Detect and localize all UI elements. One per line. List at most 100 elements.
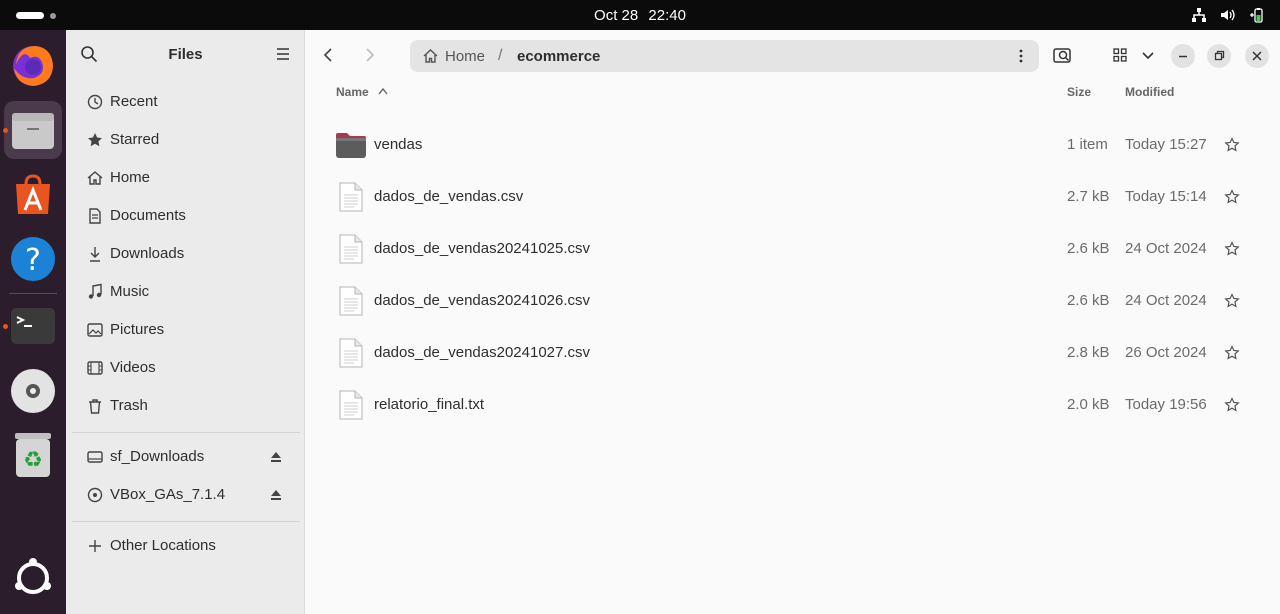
star-outline-icon[interactable] (1224, 345, 1240, 361)
network-icon[interactable] (1191, 7, 1207, 23)
help-icon: ? (11, 237, 55, 281)
star-icon (88, 133, 102, 147)
trash-icon: ♻ (15, 433, 51, 477)
sidebar-item-label: Starred (110, 131, 160, 148)
file-name: dados_de_vendas20241025.csv (374, 240, 591, 257)
sidebar-item-documents[interactable]: Documents (74, 199, 297, 233)
sidebar-item-recent[interactable]: Recent (74, 85, 297, 119)
clock-date: Oct 28 (594, 7, 639, 24)
sort-ascending-icon[interactable] (377, 86, 389, 96)
dock-help[interactable]: ? (4, 230, 62, 288)
file-modified: 24 Oct 2024 (1125, 240, 1207, 257)
dock-files[interactable] (4, 101, 62, 159)
volume-icon[interactable] (1219, 7, 1235, 23)
dock-app-center[interactable] (4, 166, 62, 224)
top-bar: Oct 28 22:40 (0, 0, 1280, 30)
sidebar-separator (72, 432, 300, 433)
file-name: relatorio_final.txt (374, 396, 485, 413)
breadcrumb-home[interactable]: Home (445, 48, 485, 65)
file-modified: 26 Oct 2024 (1125, 344, 1207, 361)
file-name: dados_de_vendas.csv (374, 188, 524, 205)
sidebar-item-videos[interactable]: Videos (74, 351, 297, 385)
sidebar-item-other-locations[interactable]: Other Locations (74, 529, 297, 563)
forward-button[interactable] (353, 39, 385, 71)
file-size: 2.6 kB (1067, 292, 1110, 309)
clock-time: 22:40 (648, 7, 686, 24)
file-row-dados-de-vendas-20241026[interactable]: dados_de_vendas20241026.csv 2.6 kB 24 Oc… (305, 275, 1280, 327)
sidebar-item-starred[interactable]: Starred (74, 123, 297, 157)
file-row-dados-de-vendas-20241027[interactable]: dados_de_vendas20241027.csv 2.8 kB 26 Oc… (305, 327, 1280, 379)
menu-icon[interactable] (274, 45, 292, 63)
dock-disc[interactable] (4, 361, 62, 419)
sidebar-item-label: Pictures (110, 321, 165, 338)
sidebar-item-label: Videos (110, 359, 156, 376)
file-row-dados-de-vendas-20241025[interactable]: dados_de_vendas20241025.csv 2.6 kB 24 Oc… (305, 223, 1280, 275)
minimize-icon (1179, 55, 1187, 58)
sidebar-item-label: Music (110, 283, 150, 300)
close-icon (1252, 51, 1262, 61)
file-size: 2.7 kB (1067, 188, 1110, 205)
star-outline-icon[interactable] (1224, 137, 1240, 153)
maximize-button[interactable] (1207, 44, 1231, 68)
eject-icon[interactable] (269, 450, 283, 464)
music-icon (88, 283, 102, 299)
column-header-modified[interactable]: Modified (1125, 85, 1174, 99)
file-row-dados-de-vendas[interactable]: dados_de_vendas.csv 2.7 kB Today 15:14 (305, 171, 1280, 223)
dock-separator (9, 293, 57, 294)
file-name: dados_de_vendas20241027.csv (374, 344, 591, 361)
sidebar-item-pictures[interactable]: Pictures (74, 313, 297, 347)
sidebar-item-trash[interactable]: Trash (74, 389, 297, 423)
more-options-icon[interactable] (1013, 48, 1029, 64)
file-size: 2.8 kB (1067, 344, 1110, 361)
home-icon (87, 171, 103, 185)
file-row-relatorio-final[interactable]: relatorio_final.txt 2.0 kB Today 19:56 (305, 379, 1280, 431)
disc-icon (11, 369, 55, 413)
star-outline-icon[interactable] (1224, 397, 1240, 413)
minimize-button[interactable] (1171, 44, 1195, 68)
disc-icon (87, 487, 103, 503)
file-modified: 24 Oct 2024 (1125, 292, 1207, 309)
star-outline-icon[interactable] (1224, 189, 1240, 205)
file-row-vendas[interactable]: vendas 1 item Today 15:27 (305, 119, 1280, 171)
text-file-icon (339, 390, 363, 420)
files-icon (12, 113, 54, 149)
sidebar-item-sf-downloads[interactable]: sf_Downloads (74, 440, 297, 474)
dock-show-apps[interactable] (4, 549, 62, 607)
star-outline-icon[interactable] (1224, 241, 1240, 257)
column-header-name[interactable]: Name (336, 85, 369, 99)
picture-icon (87, 323, 103, 337)
sidebar-item-music[interactable]: Music (74, 275, 297, 309)
battery-icon[interactable] (1248, 7, 1264, 23)
restore-icon (1214, 50, 1225, 61)
file-list: vendas 1 item Today 15:27 dados_de_venda… (305, 119, 1280, 431)
column-headers: Name Size Modified (305, 80, 1280, 104)
text-file-icon (339, 286, 363, 316)
sidebar-item-downloads[interactable]: Downloads (74, 237, 297, 271)
sidebar-item-label: Home (110, 169, 151, 186)
column-header-size[interactable]: Size (1067, 85, 1091, 99)
video-icon (87, 361, 103, 375)
breadcrumb-current[interactable]: ecommerce (517, 48, 600, 65)
files-running-indicator (3, 128, 8, 133)
sidebar-item-vbox-gas[interactable]: VBox_GAs_7.1.4 (74, 478, 297, 512)
search-folder-icon (1053, 48, 1071, 63)
close-button[interactable] (1245, 44, 1269, 68)
star-outline-icon[interactable] (1224, 293, 1240, 309)
path-bar[interactable]: Home / ecommerce (410, 40, 1039, 72)
dock-firefox[interactable] (4, 36, 62, 94)
show-apps-icon (15, 558, 51, 594)
text-file-icon (339, 182, 363, 212)
file-size: 1 item (1067, 136, 1108, 153)
dock-terminal[interactable] (4, 297, 62, 355)
sidebar-item-home[interactable]: Home (74, 161, 297, 195)
sidebar-item-label: sf_Downloads (110, 448, 205, 465)
back-button[interactable] (313, 39, 345, 71)
header-bar: Home / ecommerce (305, 30, 1280, 80)
search-button[interactable] (1046, 39, 1078, 71)
view-options-button[interactable] (1132, 39, 1164, 71)
text-file-icon (339, 234, 363, 264)
file-modified: Today 19:56 (1125, 396, 1207, 413)
eject-icon[interactable] (269, 488, 283, 502)
clock[interactable]: Oct 28 22:40 (0, 7, 1280, 24)
dock-trash[interactable]: ♻ (4, 425, 62, 483)
